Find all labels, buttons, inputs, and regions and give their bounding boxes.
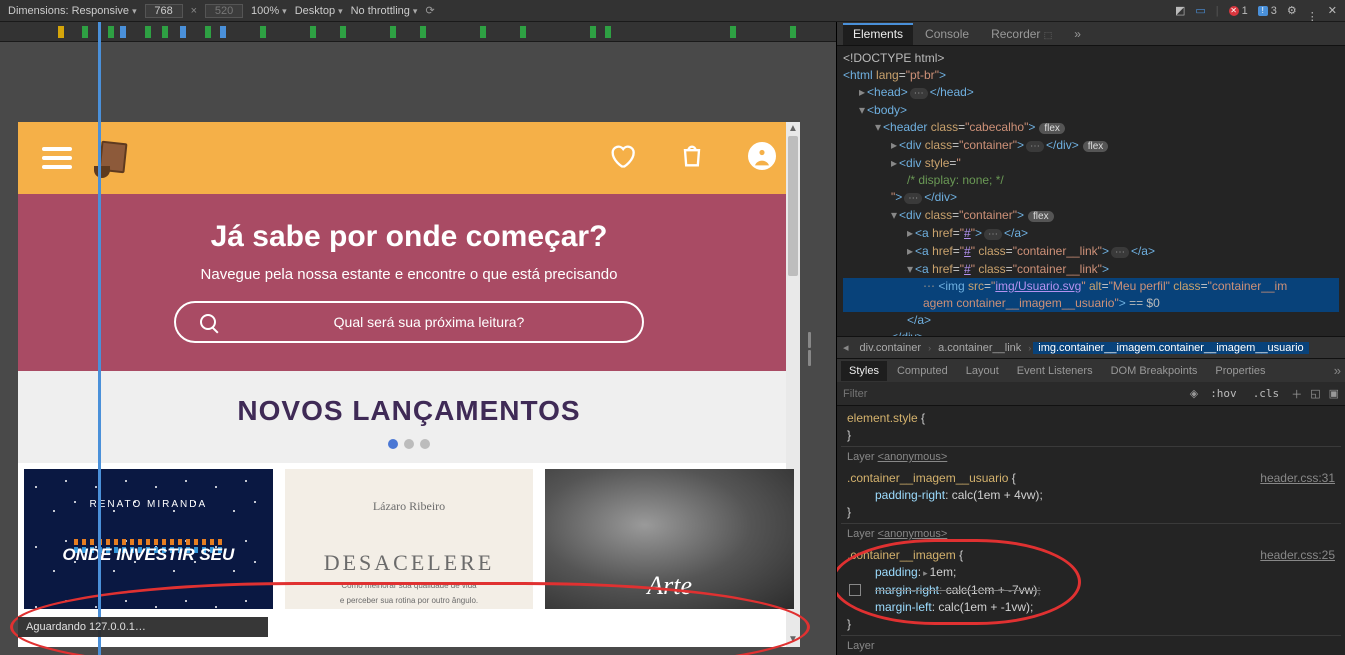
dom-tree[interactable]: <!DOCTYPE html> <html lang="pt-br"> ▸<he…	[837, 46, 1345, 336]
tab-elements[interactable]: Elements	[843, 23, 913, 45]
sidebar-toggle-icon[interactable]: ▣	[1329, 387, 1339, 400]
subtab-properties[interactable]: Properties	[1207, 361, 1273, 381]
hov-toggle[interactable]: :hov	[1206, 385, 1241, 402]
hero-banner: Já sabe por onde começar? Navegue pela n…	[18, 194, 800, 371]
subtab-computed[interactable]: Computed	[889, 361, 956, 381]
site-header	[18, 122, 800, 194]
carousel-dots[interactable]	[18, 439, 800, 449]
settings-icon[interactable]: ⚙	[1287, 4, 1297, 17]
new-style-icon[interactable]: ＋	[1291, 386, 1302, 402]
subtab-styles[interactable]: Styles	[841, 361, 887, 381]
book-card[interactable]: Lázaro Ribeiro DESACELERE Como melhorar …	[285, 469, 534, 609]
hero-title: Já sabe por onde começar?	[38, 220, 780, 254]
book-card[interactable]: RENATO MIRANDA ONDE INVESTIR SEU	[24, 469, 273, 609]
styles-filter-row: ◈ :hov .cls ＋ ◱ ▣	[837, 382, 1345, 406]
subtab-event-listeners[interactable]: Event Listeners	[1009, 361, 1101, 381]
dom-breadcrumbs[interactable]: ◂ div.container › a.container__link › im…	[837, 336, 1345, 358]
search-field[interactable]: Qual será sua próxima leitura?	[174, 301, 644, 343]
book-cards-row: RENATO MIRANDA ONDE INVESTIR SEU Lázaro …	[18, 469, 800, 609]
favorites-icon[interactable]	[608, 142, 636, 175]
error-badge[interactable]: ✕1	[1229, 5, 1248, 17]
search-icon	[200, 314, 216, 330]
subtab-layout[interactable]: Layout	[958, 361, 1007, 381]
status-bar: Aguardando 127.0.0.1…	[18, 617, 268, 637]
section-title: NOVOS LANÇAMENTOS	[18, 395, 800, 427]
device-mode-icon[interactable]: ▭	[1195, 4, 1205, 17]
cls-toggle[interactable]: .cls	[1249, 385, 1284, 402]
search-placeholder: Qual será sua próxima leitura?	[240, 314, 618, 330]
responsive-toolbar: Dimensions: Responsive × 100% Desktop No…	[0, 0, 1345, 22]
layer-link[interactable]: <anonymous>	[878, 451, 948, 463]
issues-badge[interactable]: !3	[1258, 5, 1277, 17]
tab-recorder[interactable]: Recorder ⬚	[981, 23, 1062, 45]
source-link[interactable]: header.css:31	[1260, 470, 1335, 487]
book-subtitle: e perceber sua rotina por outro ângulo.	[340, 595, 478, 606]
rotate-icon[interactable]: ⟳	[425, 4, 434, 17]
tab-console[interactable]: Console	[915, 23, 979, 45]
bag-icon[interactable]	[678, 142, 706, 175]
breakpoint-indicator	[98, 22, 101, 655]
computed-toggle-icon[interactable]: ◱	[1310, 387, 1320, 400]
inspect-icon[interactable]: ◩	[1175, 4, 1185, 17]
book-title: DESACELERE	[324, 550, 495, 576]
layer-link[interactable]: <anonymous>	[878, 528, 948, 540]
device-type-dropdown[interactable]: Desktop	[295, 5, 343, 17]
hamburger-icon[interactable]	[42, 147, 72, 169]
close-icon[interactable]: ✕	[1328, 4, 1337, 17]
devtools-tabs: Elements Console Recorder ⬚ »	[837, 22, 1345, 46]
book-card[interactable]: Arte	[545, 469, 794, 609]
styles-pane[interactable]: element.style { } Layer <anonymous> head…	[837, 406, 1345, 655]
crumb[interactable]: a.container__link	[933, 342, 1026, 354]
book-title: Arte	[647, 571, 692, 601]
subtab-dom-breakpoints[interactable]: DOM Breakpoints	[1103, 361, 1206, 381]
releases-section: NOVOS LANÇAMENTOS	[18, 371, 800, 463]
book-author: RENATO MIRANDA	[90, 499, 208, 510]
dimensions-dropdown[interactable]: Dimensions: Responsive	[8, 5, 137, 17]
style-checkbox[interactable]	[849, 584, 861, 596]
device-viewport-pane: ▲▼	[0, 22, 836, 655]
devtools-panel: Elements Console Recorder ⬚ » <!DOCTYPE …	[836, 22, 1345, 655]
height-input[interactable]	[205, 4, 243, 18]
book-author: Lázaro Ribeiro	[373, 499, 445, 514]
source-link[interactable]: header.css:25	[1260, 547, 1335, 564]
dimension-separator: ×	[191, 5, 197, 17]
breakpoint-ruler[interactable]	[0, 22, 836, 42]
tabs-overflow[interactable]: »	[1064, 23, 1091, 45]
styles-subtabs: Styles Computed Layout Event Listeners D…	[837, 358, 1345, 382]
subtabs-overflow[interactable]: »	[1334, 363, 1341, 378]
user-icon[interactable]	[748, 142, 776, 175]
width-input[interactable]	[145, 4, 183, 18]
emulated-viewport[interactable]: ▲▼	[18, 122, 800, 647]
crumb[interactable]: div.container	[855, 342, 927, 354]
layers-icon[interactable]: ◈	[1190, 387, 1198, 400]
zoom-dropdown[interactable]: 100%	[251, 5, 287, 17]
book-title: ONDE INVESTIR SEU	[62, 545, 234, 565]
hero-subtitle: Navegue pela nossa estante e encontre o …	[38, 266, 780, 283]
pane-resize-handle[interactable]	[808, 332, 811, 366]
throttling-dropdown[interactable]: No throttling	[351, 5, 418, 17]
crumb[interactable]: img.container__imagem.container__imagem_…	[1033, 342, 1308, 354]
styles-filter-input[interactable]	[843, 388, 1123, 400]
book-subtitle: Como melhorar sua qualidade de vida	[341, 580, 476, 591]
